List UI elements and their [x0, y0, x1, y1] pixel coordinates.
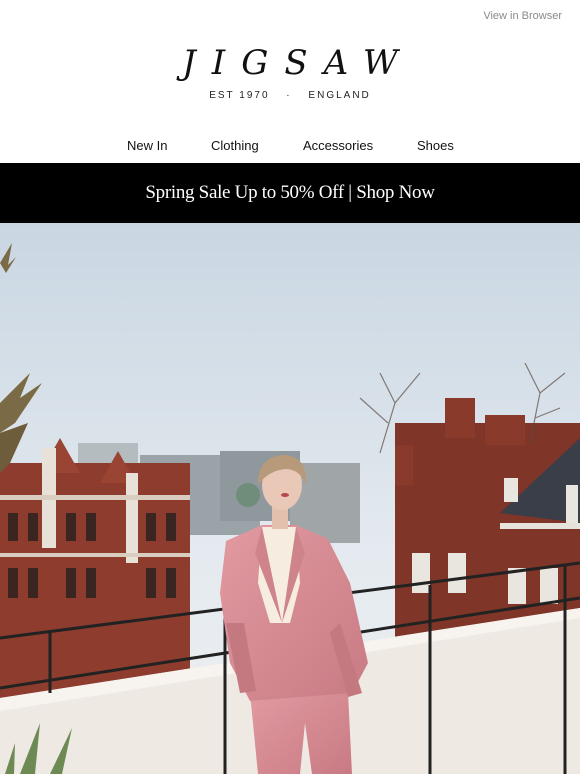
nav-item-new-in[interactable]: New In: [127, 138, 167, 153]
brand-tagline: EST 1970 · ENGLAND: [0, 90, 580, 101]
top-bar: View in Browser: [0, 0, 580, 32]
tagline-separator: ·: [286, 90, 292, 101]
hero-photo-illustration: [0, 223, 580, 774]
nav-item-shoes[interactable]: Shoes: [417, 138, 454, 153]
nav-item-accessories[interactable]: Accessories: [303, 138, 373, 153]
sale-banner[interactable]: Spring Sale Up to 50% Off | Shop Now: [0, 163, 580, 223]
tagline-established: EST 1970: [209, 90, 270, 101]
sale-banner-text: Spring Sale Up to 50% Off | Shop Now: [145, 182, 435, 203]
view-in-browser-link[interactable]: View in Browser: [483, 10, 562, 22]
brand-header: JIGSAW EST 1970 · ENGLAND: [0, 44, 580, 101]
nav-item-clothing[interactable]: Clothing: [211, 138, 259, 153]
tagline-country: ENGLAND: [308, 90, 371, 101]
main-nav: New In Clothing Accessories Shoes: [0, 138, 580, 158]
jigsaw-logo[interactable]: JIGSAW: [0, 44, 580, 82]
hero-image[interactable]: [0, 223, 580, 774]
